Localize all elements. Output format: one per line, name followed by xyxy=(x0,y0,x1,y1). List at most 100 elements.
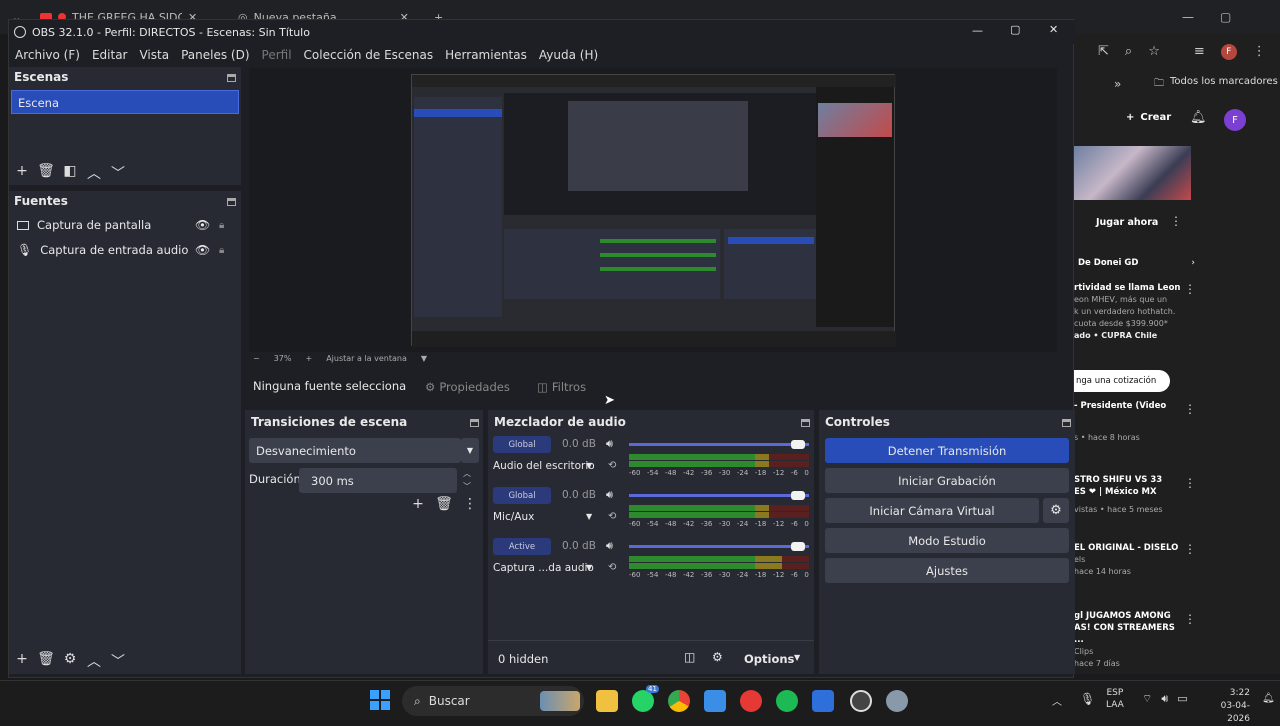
install-icon[interactable]: ⇱ xyxy=(1098,44,1109,60)
lock-icon[interactable]: 🔒︎ xyxy=(219,245,224,256)
play-now-link[interactable]: Jugar ahora xyxy=(1096,217,1158,229)
spotify-icon[interactable] xyxy=(776,690,798,712)
properties-button[interactable]: ⚙ Propiedades xyxy=(425,377,525,396)
duration-stepper[interactable]: ︿ ﹀ xyxy=(463,467,471,493)
chevron-up-icon[interactable]: ︿ xyxy=(1052,693,1062,708)
notepad-icon[interactable] xyxy=(704,690,726,712)
menu-coleccion[interactable]: Colección de Escenas xyxy=(304,48,434,62)
trash-icon[interactable]: 🗑︎ xyxy=(435,496,453,512)
chevron-down-icon[interactable]: ▼ xyxy=(586,563,592,572)
kebab-menu-icon[interactable]: ⋮ xyxy=(1184,612,1196,626)
move-down-icon[interactable]: ﹀ xyxy=(109,163,127,183)
filter-icon[interactable]: ◧ xyxy=(61,163,79,183)
monitor-toggle-icon[interactable]: ⟲ xyxy=(608,511,616,522)
clock[interactable]: 3:22 03-04-2026 xyxy=(1206,687,1250,726)
add-scene-button[interactable]: + xyxy=(13,163,31,183)
microphone-icon[interactable]: 🎙︎ xyxy=(1080,692,1095,706)
wifi-icon[interactable]: ⌔ xyxy=(1142,692,1152,706)
menu-archivo[interactable]: Archivo (F) xyxy=(15,48,80,62)
chevron-down-icon[interactable]: ▼ xyxy=(586,461,592,470)
source-item[interactable]: Captura de pantalla 👁︎ 🔒︎ xyxy=(17,218,235,232)
kebab-menu-icon[interactable]: ⋮ xyxy=(1253,44,1266,60)
advanced-audio-icon[interactable]: ⚙ xyxy=(712,650,723,664)
kebab-menu-icon[interactable]: ⋮ xyxy=(1184,476,1196,490)
layout-icon[interactable]: ◫ xyxy=(684,650,695,664)
stop-streaming-button[interactable]: Detener Transmisión xyxy=(825,438,1069,463)
file-explorer-icon[interactable] xyxy=(596,690,618,712)
speaker-icon[interactable]: 🔊︎ xyxy=(606,539,613,553)
whatsapp-icon[interactable] xyxy=(632,690,654,712)
minimize-icon[interactable]: — xyxy=(1182,10,1194,24)
outlook-icon[interactable] xyxy=(812,690,834,712)
video-item[interactable]: - Presidente (Video s • hace 8 horas xyxy=(1074,400,1184,444)
eye-icon[interactable]: 👁︎ xyxy=(195,218,210,232)
filters-button[interactable]: ◫ Filtros xyxy=(537,377,601,396)
monitoring-badge[interactable]: Global xyxy=(493,436,551,453)
search-box[interactable]: ⌕ Buscar xyxy=(402,686,584,716)
speaker-icon[interactable]: 🔊︎ xyxy=(606,437,613,451)
monitor-toggle-icon[interactable]: ⟲ xyxy=(608,460,616,471)
float-dock-icon[interactable] xyxy=(801,419,810,427)
kebab-menu-icon[interactable]: ⋮ xyxy=(461,496,479,512)
move-up-icon[interactable]: ︿ xyxy=(85,651,103,671)
monitoring-badge[interactable]: Active xyxy=(493,538,551,555)
create-button[interactable]: + Crear xyxy=(1126,112,1171,123)
source-item[interactable]: 🎙︎ Captura de entrada audio 👁︎ 🔒︎ xyxy=(17,243,235,257)
eye-icon[interactable]: 👁︎ xyxy=(195,243,210,257)
float-dock-icon[interactable] xyxy=(227,74,236,82)
kebab-menu-icon[interactable]: ⋮ xyxy=(1184,282,1196,296)
move-up-icon[interactable]: ︿ xyxy=(85,163,103,183)
ad-cta-button[interactable]: nga una cotización xyxy=(1074,370,1170,392)
video-item[interactable]: gl JUGAMOS AMONG AS! CON STREAMERS ... C… xyxy=(1074,610,1184,670)
studio-mode-button[interactable]: Modo Estudio xyxy=(825,528,1069,553)
video-item[interactable]: STRO SHIFU VS 33 ES ❤ | México MX vistas… xyxy=(1074,474,1184,516)
chevron-down-icon[interactable]: ▼ xyxy=(586,512,592,521)
volume-slider[interactable] xyxy=(629,545,809,548)
volume-slider[interactable] xyxy=(629,443,809,446)
zoom-icon[interactable]: ⌕ xyxy=(1125,44,1132,60)
preview-area[interactable] xyxy=(249,68,1057,352)
minimize-icon[interactable]: — xyxy=(972,24,983,37)
reading-list-icon[interactable]: ≡ xyxy=(1194,44,1205,60)
bell-icon[interactable]: 🔔︎ xyxy=(1190,110,1207,125)
gear-icon[interactable]: ⚙ xyxy=(61,651,79,671)
chevron-right-icon[interactable]: » xyxy=(1114,77,1121,91)
video-item[interactable]: EL ORIGINAL - DISELO els hace 14 horas xyxy=(1074,542,1184,578)
start-virtual-camera-button[interactable]: Iniciar Cámara Virtual xyxy=(825,498,1039,523)
kebab-menu-icon[interactable]: ⋮ xyxy=(1184,542,1196,556)
menu-perfil[interactable]: Perfil xyxy=(262,48,292,62)
gear-icon[interactable]: ⚙ xyxy=(1043,498,1069,523)
menu-paneles[interactable]: Paneles (D) xyxy=(181,48,249,62)
kebab-menu-icon[interactable]: ⋮ xyxy=(1184,402,1196,416)
kebab-menu-icon[interactable]: ⋮ xyxy=(1170,214,1182,228)
account-avatar[interactable]: F xyxy=(1224,109,1246,131)
menu-herramientas[interactable]: Herramientas xyxy=(445,48,527,62)
trash-icon[interactable]: 🗑︎ xyxy=(37,163,55,183)
trash-icon[interactable]: 🗑︎ xyxy=(37,651,55,671)
media-player-icon[interactable] xyxy=(740,690,762,712)
float-dock-icon[interactable] xyxy=(1062,419,1071,427)
battery-icon[interactable]: ▭ xyxy=(1177,692,1187,706)
duration-input[interactable]: 300 ms xyxy=(299,468,457,493)
chevron-right-icon[interactable]: › xyxy=(1191,258,1195,268)
zoom-in-icon[interactable]: + xyxy=(305,354,312,363)
bookmarks-folder[interactable]: 🗀 Todos los marcadores xyxy=(1154,76,1278,93)
chevron-down-icon[interactable]: ▼ xyxy=(794,653,800,662)
volume-slider[interactable] xyxy=(629,494,809,497)
monitor-toggle-icon[interactable]: ⟲ xyxy=(608,562,616,573)
chevron-down-icon[interactable]: ▼ xyxy=(461,438,479,463)
monitoring-badge[interactable]: Global xyxy=(493,487,551,504)
chrome-icon[interactable] xyxy=(668,690,690,712)
notification-bell-icon[interactable]: 🔔︎ xyxy=(1262,693,1275,704)
volume-slider-knob[interactable] xyxy=(791,440,805,449)
chevron-down-icon[interactable]: ▼ xyxy=(421,354,427,363)
menu-ayuda[interactable]: Ayuda (H) xyxy=(539,48,598,62)
start-recording-button[interactable]: Iniciar Grabación xyxy=(825,468,1069,493)
obs-taskbar-icon[interactable] xyxy=(850,690,872,712)
windows-start-icon[interactable] xyxy=(370,690,390,710)
fit-window-label[interactable]: Ajustar a la ventana xyxy=(326,354,407,363)
volume-slider-knob[interactable] xyxy=(791,542,805,551)
menu-vista[interactable]: Vista xyxy=(139,48,169,62)
maximize-icon[interactable]: ▢ xyxy=(1220,10,1231,24)
volume-icon[interactable]: 🔊︎ xyxy=(1161,692,1168,706)
